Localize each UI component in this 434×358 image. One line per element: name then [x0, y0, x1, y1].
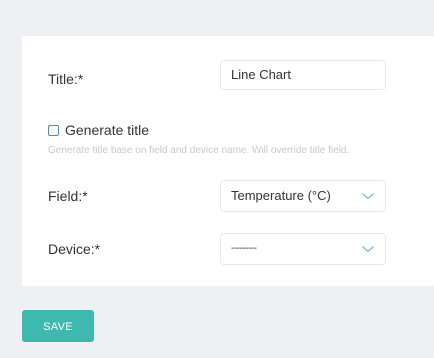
field-select-value: Temperature (°C) [231, 188, 331, 203]
chevron-down-icon [362, 246, 374, 253]
title-input-value: Line Chart [231, 67, 291, 82]
field-select[interactable]: Temperature (°C) [220, 180, 386, 212]
device-label: Device:* [48, 241, 101, 257]
chevron-down-icon [362, 193, 374, 200]
device-select-value: --------- [231, 243, 257, 254]
generate-title-hint: Generate title base on field and device … [48, 145, 350, 156]
title-input[interactable]: Line Chart [220, 60, 386, 90]
widget-settings-card: Title:* Line Chart Generate title Genera… [22, 36, 434, 286]
device-select[interactable]: --------- [220, 233, 386, 265]
title-label: Title:* [48, 71, 84, 87]
generate-title-checkbox[interactable] [48, 124, 59, 136]
generate-title-label: Generate title [65, 122, 150, 138]
generate-title-option[interactable]: Generate title [48, 122, 149, 138]
field-label: Field:* [48, 188, 88, 204]
save-button[interactable]: SAVE [22, 310, 94, 342]
